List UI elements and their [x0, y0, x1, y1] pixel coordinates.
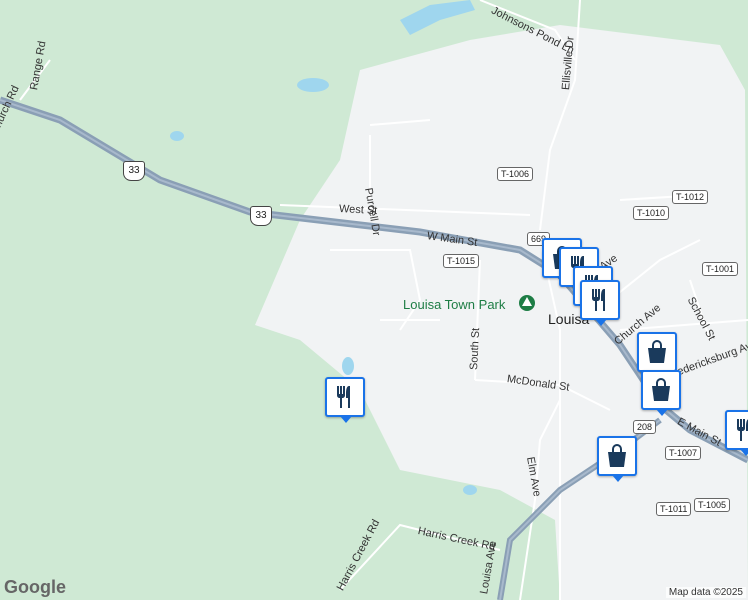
shopping-poi[interactable] [637, 332, 677, 378]
route-shield: T-1015 [443, 254, 480, 268]
pond [342, 357, 354, 375]
route-shield: T-1005 [694, 498, 731, 512]
restaurant-icon [337, 386, 350, 408]
shopping-bag-icon [648, 340, 666, 363]
shopping-bag-icon [608, 444, 626, 467]
shopping-poi[interactable] [641, 370, 681, 416]
restaurant-icon [592, 289, 605, 311]
map-canvas[interactable] [0, 0, 748, 600]
pond [297, 78, 329, 92]
route-shield: T-1011 [656, 502, 692, 516]
shopping-bag-icon [652, 378, 670, 401]
restaurant-poi[interactable] [725, 410, 748, 456]
restaurant-icon [737, 419, 748, 441]
google-logo[interactable]: Google [4, 577, 66, 598]
route-shield: T-1006 [497, 167, 534, 181]
route-shield: T-1010 [633, 206, 670, 220]
route-shield: T-1007 [665, 446, 702, 460]
us-route-shield: 33 [250, 206, 272, 226]
park-label[interactable]: Louisa Town Park [403, 297, 505, 312]
shopping-poi[interactable] [597, 436, 637, 482]
route-shield: T-1012 [672, 190, 709, 204]
road-label-south-st: South St [468, 327, 483, 371]
pond [170, 131, 184, 141]
us-route-shield: 33 [123, 161, 145, 181]
route-shield: 208 [633, 420, 657, 434]
road-label-west-st: West St [338, 203, 378, 217]
map-attribution[interactable]: Map data ©2025 [665, 587, 746, 598]
route-shield: T-1001 [702, 262, 739, 276]
restaurant-poi[interactable] [325, 377, 365, 423]
restaurant-poi[interactable] [580, 280, 620, 326]
pond [463, 485, 477, 495]
